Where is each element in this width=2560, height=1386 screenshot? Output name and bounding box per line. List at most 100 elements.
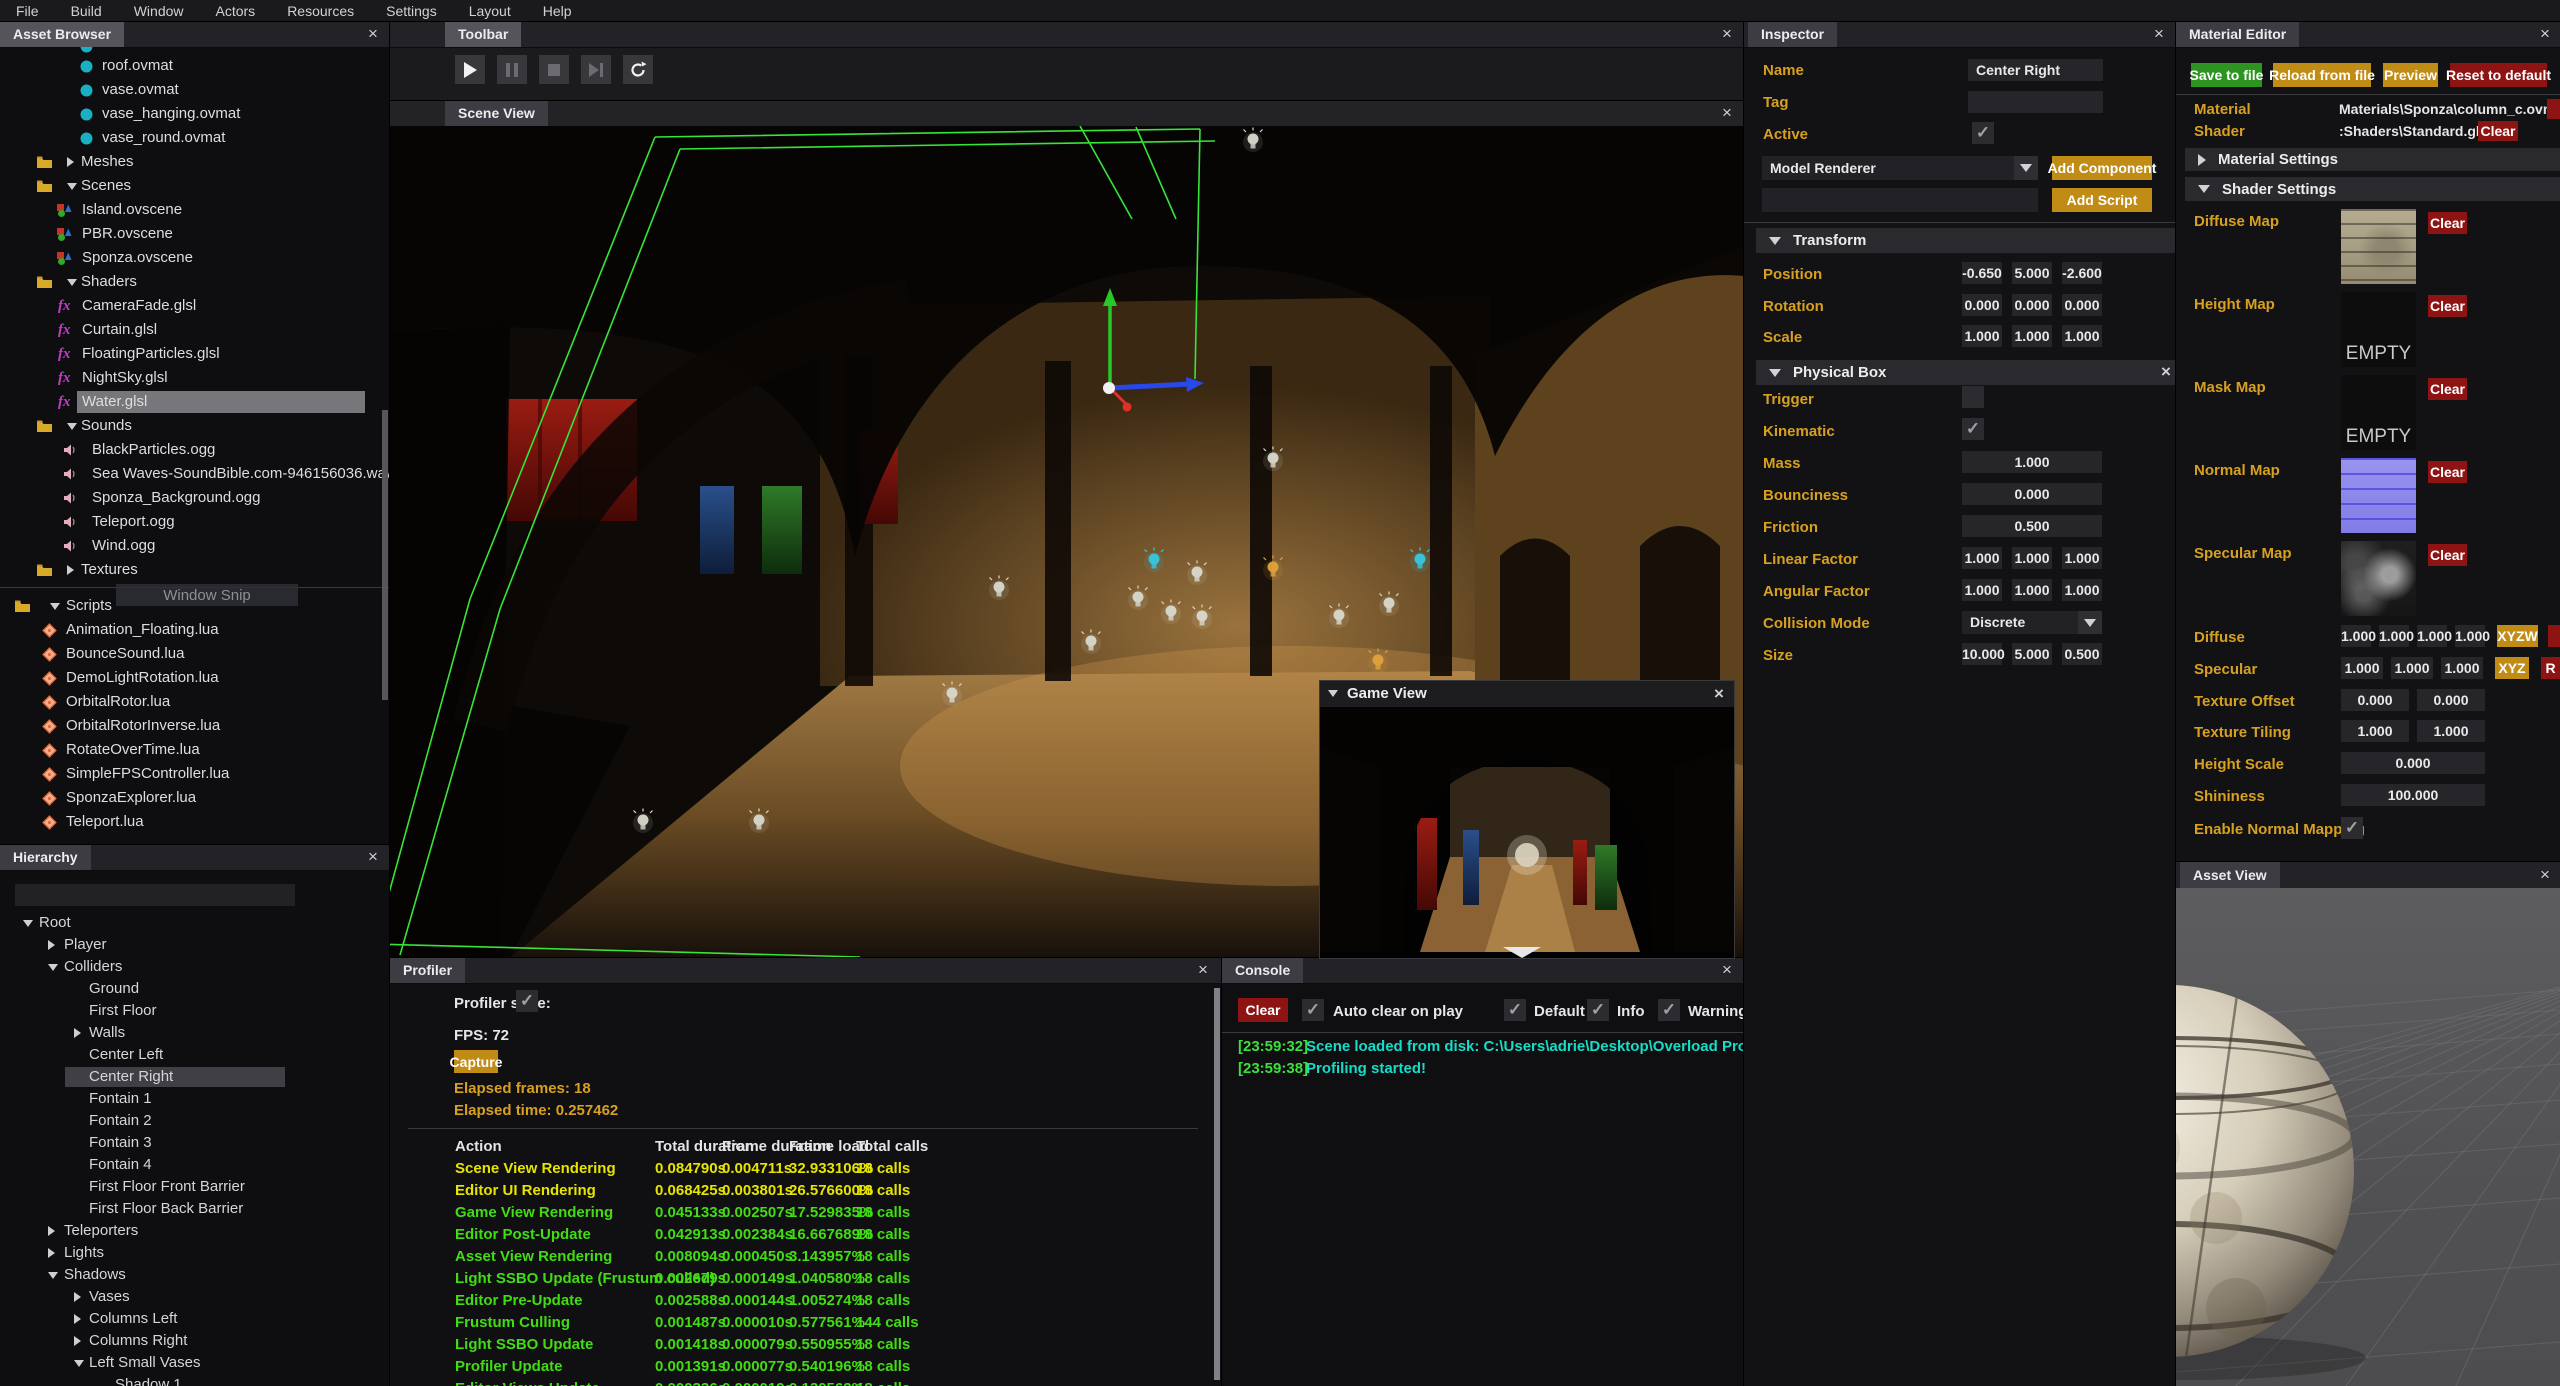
close-icon[interactable]: ×	[2157, 363, 2175, 381]
chevron-down-icon[interactable]	[67, 279, 77, 286]
asset-item[interactable]: OrbitalRotor.lua	[0, 690, 390, 714]
filter-default-checkbox[interactable]: ✓	[1504, 999, 1526, 1021]
value-field[interactable]: 10.000	[1962, 643, 2002, 665]
asset-folder-shaders[interactable]: Shaders	[0, 270, 390, 294]
column-header[interactable]: Total calls	[856, 1136, 928, 1158]
value-field[interactable]: -0.650	[1962, 262, 2002, 284]
material-preview-render[interactable]	[2176, 888, 2560, 1386]
menu-settings[interactable]: Settings	[370, 0, 453, 22]
chevron-down-icon[interactable]	[48, 964, 58, 971]
filter-info-checkbox[interactable]: ✓	[1587, 999, 1609, 1021]
menu-help[interactable]: Help	[527, 0, 588, 22]
filter-warning-checkbox[interactable]: ✓	[1658, 999, 1680, 1021]
value-field[interactable]: 0.500	[2062, 643, 2102, 665]
asset-item[interactable]: Sea Waves-SoundBible.com-946156036.wav	[0, 462, 390, 486]
transform-section-header[interactable]: Transform	[1756, 228, 2176, 253]
close-icon[interactable]: ×	[1718, 25, 1736, 43]
tab-material-editor[interactable]: Material Editor	[2176, 22, 2299, 47]
friction-field[interactable]: 0.500	[1962, 515, 2102, 537]
hierarchy-item-fontain-3[interactable]: Fontain 3	[0, 1132, 390, 1154]
clear-button-clipped[interactable]	[2547, 99, 2560, 119]
value-field[interactable]: 1.000	[1962, 547, 2002, 569]
asset-item[interactable]: roof.ovmat	[0, 54, 390, 78]
map-clear-button[interactable]: Clear	[2428, 212, 2467, 234]
asset-item[interactable]: SimpleFPSController.lua	[0, 762, 390, 786]
hierarchy-item-root[interactable]: Root	[0, 912, 390, 934]
texture-slot[interactable]: EMPTY	[2341, 375, 2416, 450]
hierarchy-item-fontain-2[interactable]: Fontain 2	[0, 1110, 390, 1132]
asset-folder-sounds[interactable]: Sounds	[0, 414, 390, 438]
script-field[interactable]	[1762, 188, 2038, 212]
bounciness-field[interactable]: 0.000	[1962, 483, 2102, 505]
asset-folder-textures[interactable]: Textures	[0, 558, 390, 582]
asset-view-render[interactable]	[2176, 888, 2560, 1386]
texture-slot[interactable]: EMPTY	[2341, 292, 2416, 367]
shininess-field[interactable]: 100.000	[2341, 784, 2485, 806]
map-clear-button[interactable]: Clear	[2428, 295, 2467, 317]
asset-item[interactable]: vase_round.ovmat	[0, 126, 390, 150]
physical-box-section-header[interactable]: Physical Box ×	[1756, 360, 2176, 385]
value-field[interactable]: 1.000	[1962, 325, 2002, 347]
value-field[interactable]: 1.000	[2062, 547, 2102, 569]
asset-item[interactable]: fxWater.glsl	[0, 390, 390, 414]
hierarchy-item-shadows[interactable]: Shadows	[0, 1264, 390, 1286]
kinematic-checkbox[interactable]: ✓	[1962, 418, 1984, 440]
tab-toolbar[interactable]: Toolbar	[445, 22, 521, 47]
asset-item[interactable]: fxCurtain.glsl	[0, 318, 390, 342]
close-icon[interactable]: ×	[1718, 104, 1736, 122]
menu-resources[interactable]: Resources	[271, 0, 370, 22]
tab-hierarchy[interactable]: Hierarchy	[0, 845, 91, 870]
menu-layout[interactable]: Layout	[453, 0, 527, 22]
chevron-right-icon[interactable]	[48, 940, 55, 950]
asset-item[interactable]: Sponza_Background.ogg	[0, 486, 390, 510]
shader-clear-button[interactable]: Clear	[2478, 121, 2518, 141]
tag-field[interactable]	[1968, 91, 2103, 113]
asset-item[interactable]: fxNightSky.glsl	[0, 366, 390, 390]
value-field[interactable]: 1.000	[2417, 720, 2485, 742]
hierarchy-item-columns-right[interactable]: Columns Right	[0, 1330, 390, 1352]
game-view-window[interactable]: Game View ×	[1320, 681, 1734, 958]
hierarchy-search-input[interactable]	[15, 884, 295, 906]
tab-inspector[interactable]: Inspector	[1748, 22, 1837, 47]
auto-clear-checkbox[interactable]: ✓	[1302, 999, 1324, 1021]
enable-normal-mapping-checkbox[interactable]: ✓	[2341, 817, 2363, 839]
pause-button[interactable]	[497, 55, 527, 84]
hierarchy-item-vases[interactable]: Vases	[0, 1286, 390, 1308]
chevron-right-icon[interactable]	[74, 1314, 81, 1324]
asset-browser-scrollbar[interactable]	[382, 410, 388, 700]
value-field[interactable]: 5.000	[2012, 262, 2052, 284]
stop-button[interactable]	[539, 55, 569, 84]
asset-item[interactable]: Island.ovscene	[0, 198, 390, 222]
game-view-header[interactable]: Game View ×	[1320, 681, 1734, 708]
asset-item[interactable]: OrbitalRotorInverse.lua	[0, 714, 390, 738]
hierarchy-item-fontain-1[interactable]: Fontain 1	[0, 1088, 390, 1110]
tab-asset-browser[interactable]: Asset Browser	[0, 22, 124, 47]
hierarchy-item-first-floor-front-barrier[interactable]: First Floor Front Barrier	[0, 1176, 390, 1198]
reload-from-file-button[interactable]: Reload from file	[2273, 63, 2371, 87]
value-field[interactable]: 1.000	[1962, 579, 2002, 601]
height-scale-field[interactable]: 0.000	[2341, 752, 2485, 774]
normal-texture-thumbnail[interactable]	[2341, 458, 2416, 533]
specular-swizzle-button[interactable]: XYZ	[2495, 657, 2529, 679]
value-field[interactable]: 0.000	[2012, 294, 2052, 316]
asset-folder-scenes[interactable]: Scenes	[0, 174, 390, 198]
value-field[interactable]: 1.000	[2012, 547, 2052, 569]
hierarchy-item-columns-left[interactable]: Columns Left	[0, 1308, 390, 1330]
close-icon[interactable]: ×	[1710, 685, 1728, 703]
texture-slot[interactable]	[2341, 541, 2416, 616]
hierarchy-item-center-right[interactable]: Center Right	[0, 1066, 390, 1088]
chevron-down-icon[interactable]	[2014, 156, 2038, 180]
chevron-right-icon[interactable]	[74, 1292, 81, 1302]
profiler-state-checkbox[interactable]: ✓	[516, 990, 538, 1012]
empty-texture-slot[interactable]: EMPTY	[2341, 375, 2416, 450]
clear-button-clipped[interactable]: R	[2541, 657, 2560, 679]
value-field[interactable]: 1.000	[2341, 625, 2371, 647]
asset-item[interactable]: fxCameraFade.glsl	[0, 294, 390, 318]
play-button[interactable]	[455, 55, 485, 84]
menu-window[interactable]: Window	[118, 0, 200, 22]
value-field[interactable]: 1.000	[2441, 657, 2483, 679]
hierarchy-item-center-left[interactable]: Center Left	[0, 1044, 390, 1066]
chevron-right-icon[interactable]	[48, 1248, 55, 1258]
texture-slot[interactable]	[2341, 458, 2416, 533]
diffuse-texture-thumbnail[interactable]	[2341, 209, 2416, 284]
